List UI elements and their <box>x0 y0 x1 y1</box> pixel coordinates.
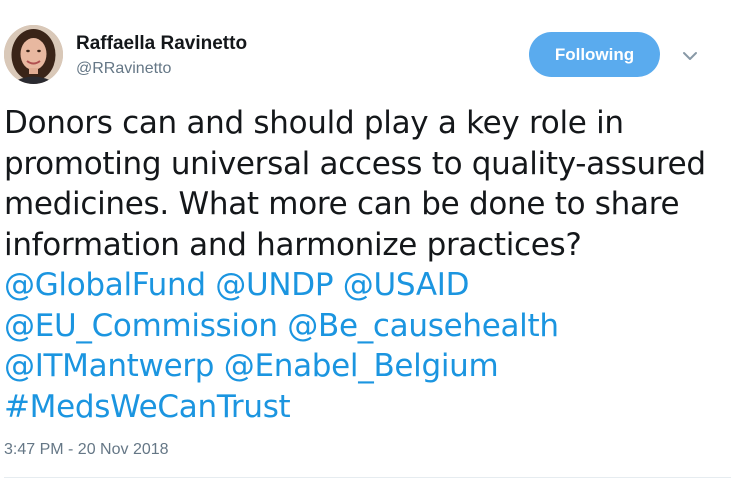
tweet-timestamp[interactable]: 3:47 PM - 20 Nov 2018 <box>4 440 169 460</box>
following-button[interactable]: Following <box>529 32 660 77</box>
mention-link-globalfund[interactable]: @GlobalFund <box>4 267 206 303</box>
hashtag-link[interactable]: #MedsWeCanTrust <box>4 389 291 425</box>
tweet-card: Raffaella Ravinetto @RRavinetto Followin… <box>0 0 731 480</box>
tweet-text-line: Donors can and should play a key role in <box>4 105 624 141</box>
tweet-text: Donors can and should play a key role in… <box>4 103 726 427</box>
tweet-text-line: medicines. What more can be done to shar… <box>4 186 680 222</box>
hashtag-line: #MedsWeCanTrust <box>4 387 726 428</box>
tweet-text-line: promoting universal access to quality-as… <box>4 145 706 182</box>
mentions-line: @ITMantwerp @Enabel_Belgium <box>4 346 726 387</box>
mention-link-enabel-belgium[interactable]: @Enabel_Belgium <box>224 348 499 384</box>
mention-link-itmantwerp[interactable]: @ITMantwerp <box>4 348 214 384</box>
divider <box>4 477 731 478</box>
mentions-line: @GlobalFund @UNDP @USAID <box>4 265 726 306</box>
mention-link-undp[interactable]: @UNDP <box>215 267 333 303</box>
chevron-down-icon[interactable] <box>680 48 700 64</box>
avatar[interactable] <box>4 25 63 84</box>
tweet-text-line: information and harmonize practices? <box>4 226 582 263</box>
mention-link-eu-commission[interactable]: @EU_Commission <box>4 308 278 344</box>
author-handle[interactable]: @RRavinetto <box>76 59 171 79</box>
mention-link-be-causehealth[interactable]: @Be_causehealth <box>287 308 559 344</box>
mention-link-usaid[interactable]: @USAID <box>343 267 470 303</box>
mentions-line: @EU_Commission @Be_causehealth <box>4 306 726 347</box>
author-display-name[interactable]: Raffaella Ravinetto <box>76 33 247 55</box>
